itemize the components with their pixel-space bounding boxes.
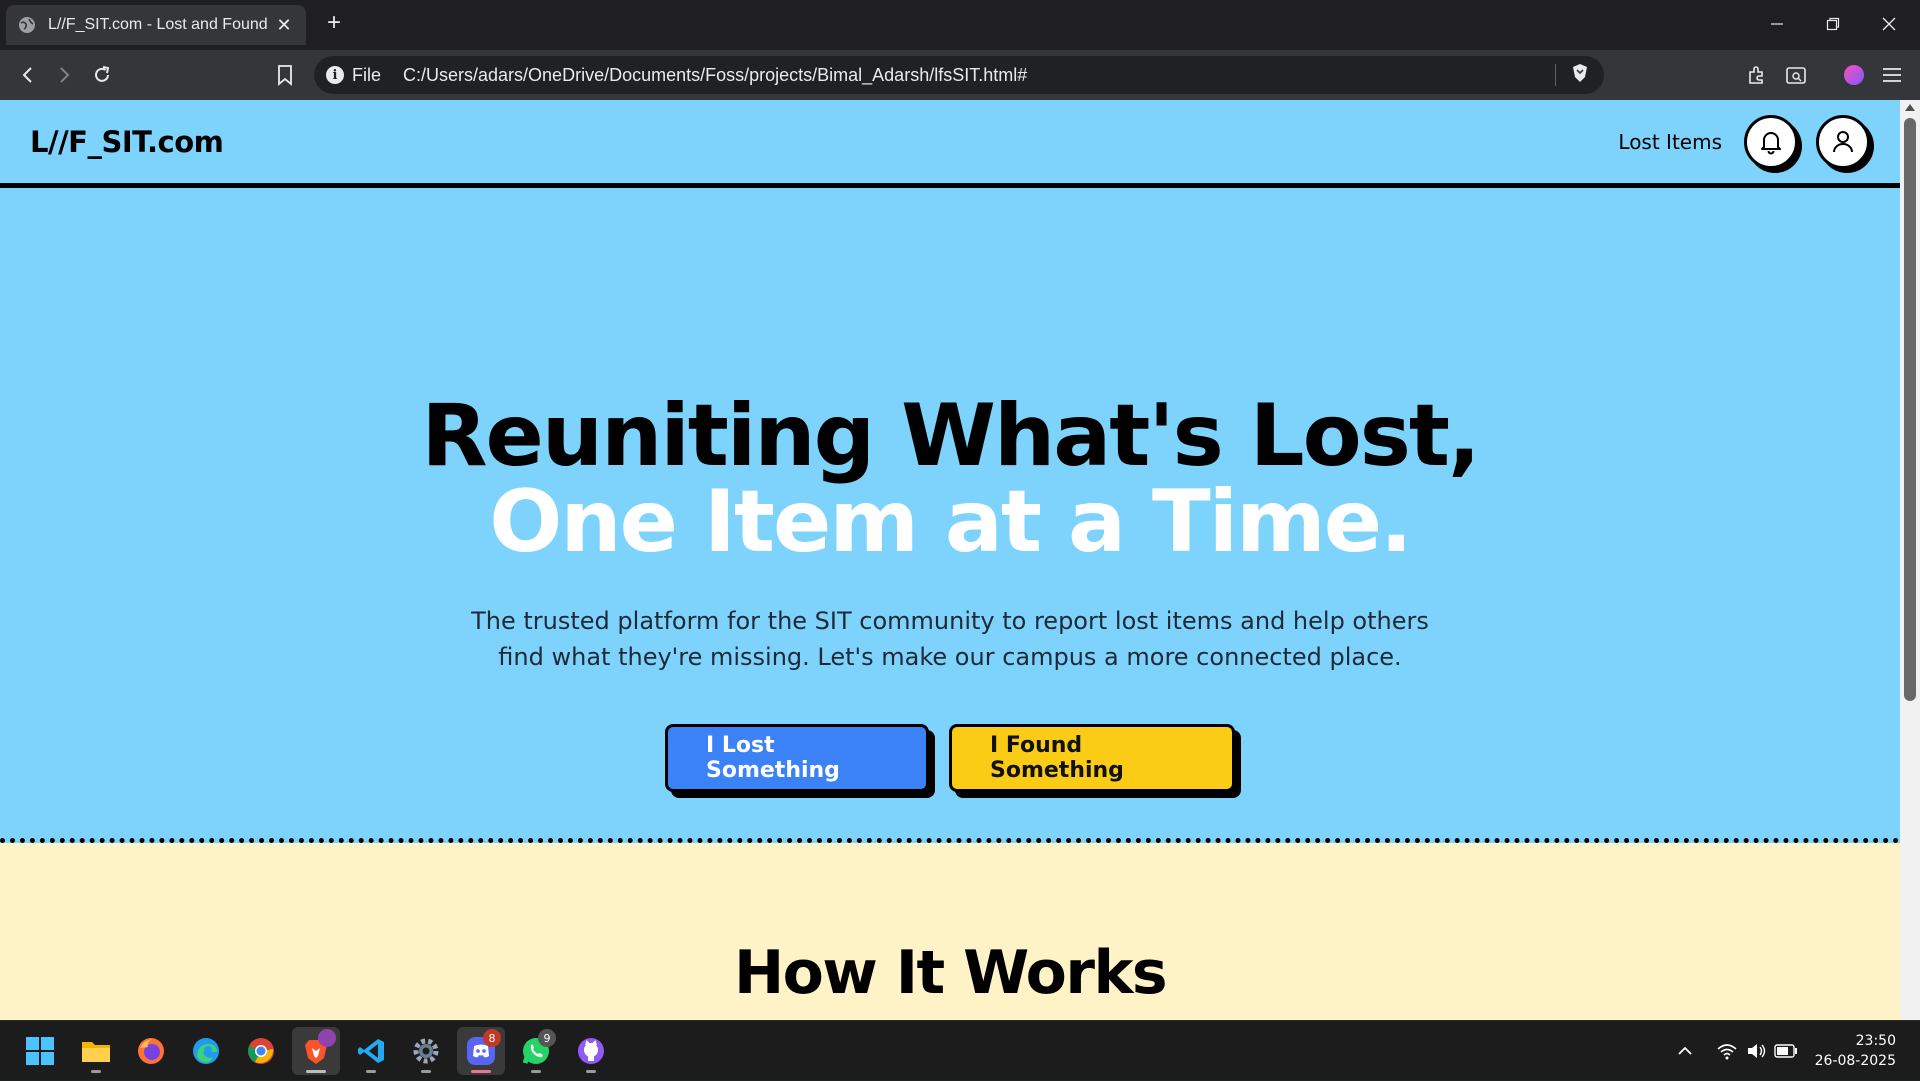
reader-icon[interactable] [1784,63,1808,87]
restore-icon[interactable] [1818,10,1848,38]
chrome-icon[interactable] [237,1027,285,1075]
discord-notification-badge: 8 [483,1029,501,1047]
brave-icon[interactable] [292,1027,340,1075]
battery-icon[interactable] [1774,1021,1798,1081]
browser-tabstrip: L//F_SIT.com - Lost and Found ✕ + [0,0,1920,50]
wifi-icon[interactable] [1716,1021,1738,1081]
found-something-button[interactable]: I Found Something [949,724,1235,792]
clock-time: 23:50 [1855,1033,1896,1049]
running-indicator [366,1070,376,1073]
discord-icon[interactable]: 8 [457,1027,505,1075]
scroll-up-arrow-icon[interactable] [1905,104,1915,111]
extensions-icon[interactable] [1745,63,1769,87]
info-icon[interactable]: i [326,66,344,84]
profile-icon[interactable] [1842,63,1866,87]
headline-line-2: One Item at a Time. [489,472,1412,572]
hero-section: Reuniting What's Lost, One Item at a Tim… [0,193,1900,933]
tab-title: L//F_SIT.com - Lost and Found [48,16,268,33]
headline-line-1: Reuniting What's Lost, [421,386,1480,486]
new-tab-button[interactable]: + [322,11,346,36]
hero-subtitle: The trusted platform for the SIT communi… [471,607,1429,671]
user-icon [1833,130,1853,152]
notifications-button[interactable] [1744,114,1798,169]
how-it-works-section: How It Works [0,843,1900,1020]
window-close-icon[interactable] [1874,10,1904,38]
site-navbar: L//F_SIT.com Lost Items [0,100,1900,188]
whatsapp-icon[interactable]: 9 [512,1027,560,1075]
scroll-thumb[interactable] [1904,118,1916,701]
globe-icon [19,17,35,33]
system-clock[interactable]: 23:50 26-08-2025 [1815,1031,1896,1071]
tab-close-icon[interactable]: ✕ [274,15,294,35]
cta-row: I Lost Something I Found Something [0,724,1900,792]
file-label: File [352,64,382,85]
lost-something-button[interactable]: I Lost Something [665,724,929,792]
address-bar[interactable]: i File C:/Users/adars/OneDrive/Documents… [314,56,1604,94]
vscode-icon[interactable] [347,1027,395,1075]
running-indicator [306,1070,326,1073]
nav-lost-items-link[interactable]: Lost Items [1618,130,1722,154]
hero-headline: Reuniting What's Lost, One Item at a Tim… [0,393,1900,565]
firefox-icon[interactable] [127,1027,175,1075]
edge-icon[interactable] [182,1027,230,1075]
forward-icon[interactable] [52,63,76,87]
how-it-works-title: How It Works [733,938,1168,1008]
back-icon[interactable] [16,63,40,87]
minimize-icon[interactable] [1762,10,1792,38]
running-indicator [586,1070,596,1073]
tray-overflow-chevron-up-icon[interactable] [1676,1021,1694,1081]
reload-icon[interactable] [90,63,114,87]
browser-tab[interactable]: L//F_SIT.com - Lost and Found ✕ [6,5,306,45]
github-icon[interactable] [567,1027,615,1075]
running-indicator [421,1070,431,1073]
settings-icon[interactable] [402,1027,450,1075]
running-indicator [471,1070,491,1073]
page-scrollbar[interactable] [1900,100,1920,1020]
windows-start-icon[interactable] [16,1027,64,1075]
browser-toolbar: i File C:/Users/adars/OneDrive/Documents… [0,50,1920,100]
running-indicator [91,1070,101,1073]
volume-icon[interactable] [1746,1021,1768,1081]
brave-badge-icon [318,1029,336,1047]
brave-shield-icon[interactable] [1570,62,1590,89]
file-explorer-icon[interactable] [72,1027,120,1075]
whatsapp-notification-badge: 9 [538,1029,556,1047]
user-profile-button[interactable] [1816,114,1870,169]
nav-actions: Lost Items [1618,114,1870,169]
url-text[interactable]: C:/Users/adars/OneDrive/Documents/Foss/p… [403,65,1555,86]
omnibox-divider [1555,64,1556,86]
running-indicator [531,1070,541,1073]
site-logo[interactable]: L//F_SIT.com [30,125,224,159]
menu-icon[interactable] [1880,63,1904,87]
page-viewport: L//F_SIT.com Lost Items Reuniting What's… [0,100,1900,1020]
windows-taskbar: 8 9 23:50 26-08-2025 [0,1020,1920,1080]
clock-date: 26-08-2025 [1814,1053,1896,1069]
bookmark-icon[interactable] [273,63,297,87]
bell-icon [1761,131,1781,154]
